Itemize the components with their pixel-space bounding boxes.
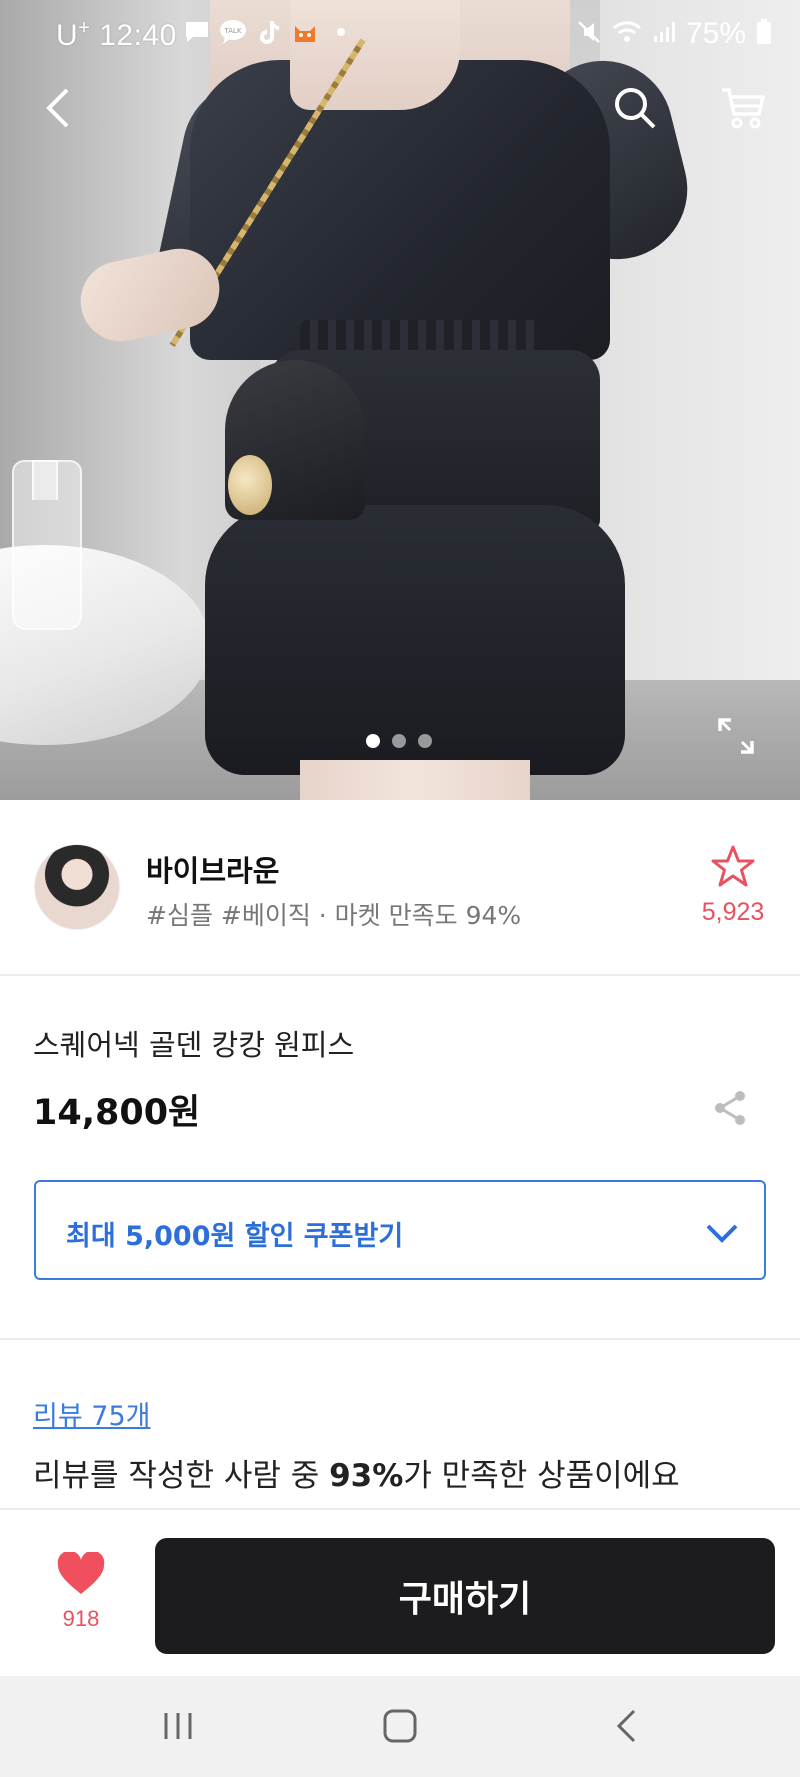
clock: 12:40 [99, 19, 177, 52]
wifi-icon [612, 20, 642, 48]
cart-icon [722, 88, 766, 129]
review-summary-prefix: 리뷰를 작성한 사람 중 [33, 1458, 330, 1494]
shop-name[interactable]: 바이브라운 [146, 848, 279, 890]
share-button[interactable] [704, 1082, 756, 1134]
cat-app-icon [291, 18, 319, 46]
review-satisfaction: 리뷰를 작성한 사람 중 93%가 만족한 상품이에요 [33, 1450, 680, 1495]
system-icons: 75% [576, 17, 772, 51]
product-info: 스퀘어넥 골덴 캉캉 원피스 14,800원 최대 5,000원 할인 쿠폰받기 [0, 978, 800, 1340]
shop-avatar[interactable] [34, 844, 120, 930]
star-icon [711, 845, 755, 887]
shop-info[interactable]: 바이브라운 #심플 #베이직 · 마켓 만족도 94% 5,923 [0, 800, 800, 976]
status-bar: U+ 12:40 TALK 75% [0, 0, 800, 72]
recent-apps-icon [164, 1713, 192, 1739]
status-time: U+ 12:40 [56, 17, 177, 53]
carrier-label: U [56, 19, 79, 52]
mute-icon [576, 19, 602, 49]
share-icon [715, 1091, 745, 1125]
purchase-bar: 918 구매하기 [0, 1508, 800, 1676]
product-title: 스퀘어넥 골덴 캉캉 원피스 [33, 1028, 355, 1062]
coupon-label: 최대 5,000원 할인 쿠폰받기 [66, 1221, 404, 1252]
message-icon [183, 18, 211, 46]
review-satisfaction-percent: 93% [329, 1458, 404, 1494]
home-button[interactable] [370, 1698, 430, 1754]
svg-text:TALK: TALK [223, 27, 241, 35]
heart-icon [57, 1550, 105, 1594]
image-pager [366, 734, 432, 748]
home-icon [383, 1709, 417, 1743]
like-count: 918 [62, 1606, 100, 1631]
pager-dot[interactable] [392, 734, 406, 748]
search-icon [615, 88, 656, 129]
product-price: 14,800원 [33, 1093, 201, 1133]
review-count-link[interactable]: 리뷰 75개 [33, 1394, 150, 1433]
review-summary-suffix: 가 만족한 상품이에요 [403, 1458, 680, 1494]
chevron-left-icon [616, 1709, 636, 1743]
like-button[interactable]: 918 [38, 1550, 124, 1632]
shop-tags: #심플 #베이직 · 마켓 만족도 94% [146, 901, 522, 930]
signal-icon [652, 20, 676, 48]
pager-dot[interactable] [418, 734, 432, 748]
review-summary: 리뷰 75개 리뷰를 작성한 사람 중 93%가 만족한 상품이에요 [0, 1342, 800, 1510]
recent-apps-button[interactable] [148, 1698, 208, 1754]
battery-percent: 75% [685, 17, 746, 50]
expand-icon [718, 718, 754, 754]
search-button[interactable] [605, 80, 665, 136]
carrier-plus: + [78, 17, 91, 39]
shop-favorite-button[interactable]: 5,923 [698, 844, 768, 927]
kakaotalk-icon: TALK [219, 18, 247, 46]
pager-dot[interactable] [366, 734, 380, 748]
cart-button[interactable] [712, 80, 774, 136]
favorite-count: 5,923 [701, 898, 765, 926]
hero-toolbar [0, 80, 800, 144]
dot-icon [327, 18, 355, 46]
product-image-carousel[interactable]: U+ 12:40 TALK 75% [0, 0, 800, 800]
tiktok-icon [255, 18, 283, 46]
system-navigation-bar [0, 1676, 800, 1777]
back-button[interactable] [30, 80, 86, 136]
back-icon [46, 88, 69, 128]
notification-icons: TALK [183, 18, 355, 46]
battery-icon [756, 19, 772, 49]
coupon-button[interactable]: 최대 5,000원 할인 쿠폰받기 [34, 1180, 766, 1280]
expand-image-button[interactable] [712, 712, 760, 760]
buy-button[interactable]: 구매하기 [155, 1538, 775, 1654]
chevron-down-icon [706, 1224, 738, 1243]
system-back-button[interactable] [596, 1698, 656, 1754]
